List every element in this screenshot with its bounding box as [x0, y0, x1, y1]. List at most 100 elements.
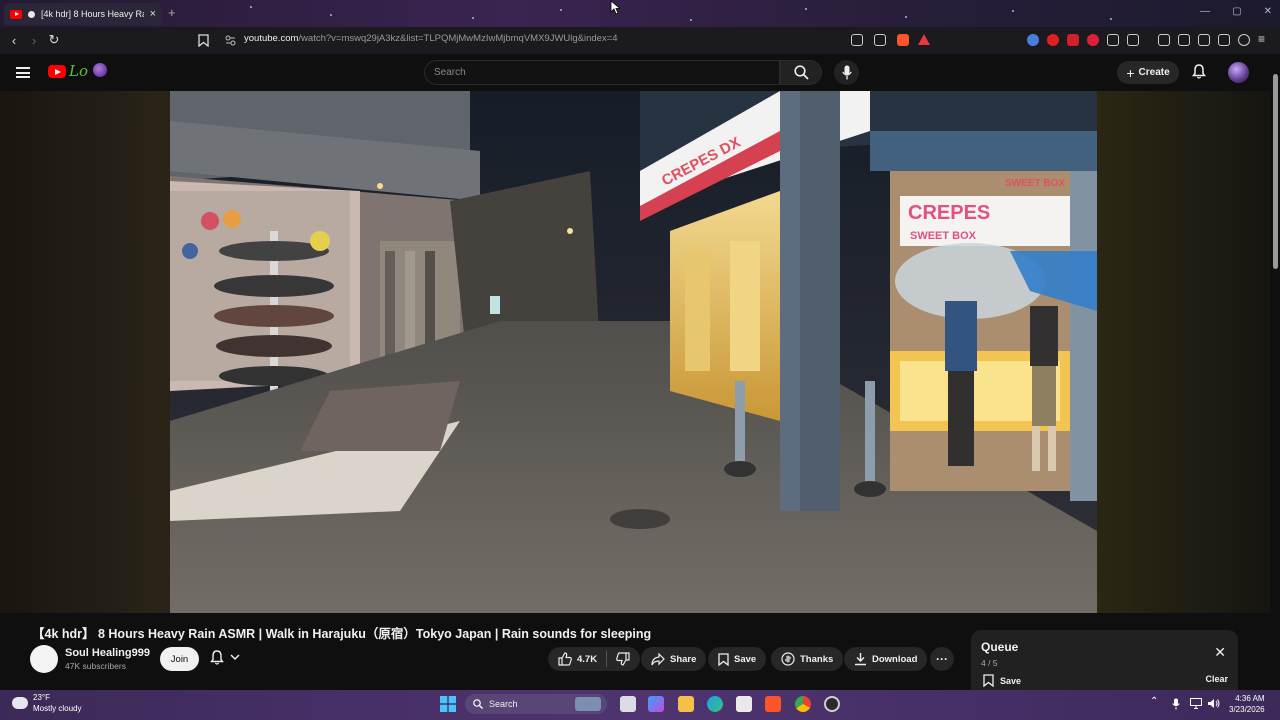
taskbar-clock[interactable]: 4:36 AM 3/23/2026 [1229, 693, 1265, 715]
maximize-icon[interactable]: ▢ [1232, 6, 1241, 17]
windows-start-icon[interactable] [440, 696, 456, 712]
scrollbar-thumb[interactable] [1273, 74, 1278, 269]
video-title: 【4k hdr】 8 Hours Heavy Rain ASMR | Walk … [32, 627, 652, 641]
video-frame: CREPES SWEET BOX CREPES DX SWEET BOX [170, 91, 1097, 613]
channel-avatar[interactable] [30, 645, 58, 673]
doodle-ball-icon [93, 63, 107, 77]
extension-4-icon[interactable] [1087, 34, 1099, 46]
search-button[interactable] [780, 60, 822, 85]
vpn-icon[interactable] [1238, 34, 1250, 46]
search-placeholder: Search [434, 67, 466, 78]
network-icon[interactable] [1190, 698, 1202, 709]
dislike-icon[interactable] [616, 652, 630, 666]
like-count[interactable]: 4.7K [577, 654, 597, 665]
subscription-notification-button[interactable] [210, 650, 240, 665]
menu-icon[interactable]: ≡ [1258, 32, 1265, 46]
background-star [330, 14, 332, 16]
notifications-bell-icon[interactable] [1192, 64, 1206, 79]
youtube-doodle-logo[interactable]: Lo [69, 62, 88, 80]
recording-dot-icon [28, 10, 35, 18]
extension-2-icon[interactable] [1047, 34, 1059, 46]
back-icon[interactable]: ‹ [4, 33, 24, 48]
cast-icon[interactable] [851, 34, 863, 46]
like-icon[interactable] [558, 652, 572, 666]
ambient-glow-left [0, 91, 170, 613]
plus-icon: + [1126, 64, 1135, 81]
subscriber-count: 47K subscribers [65, 661, 126, 671]
taskbar-search-icon [473, 699, 483, 709]
background-star [690, 19, 692, 21]
reload-icon[interactable]: ↻ [44, 32, 64, 48]
screenshot-icon[interactable] [1127, 34, 1139, 46]
obs-icon[interactable] [824, 696, 840, 712]
channel-name[interactable]: Soul Healing999 [65, 647, 150, 659]
save-button[interactable]: Save [708, 647, 767, 671]
voice-search-button[interactable] [834, 60, 859, 85]
create-button[interactable]: + Create [1117, 61, 1179, 84]
close-window-icon[interactable]: ✕ [1264, 6, 1272, 17]
chrome-icon[interactable] [795, 696, 811, 712]
minimize-icon[interactable]: — [1200, 6, 1210, 17]
youtube-logo-icon[interactable] [48, 65, 66, 78]
weather-description[interactable]: Mostly cloudy [33, 704, 81, 713]
thanks-label: Thanks [800, 653, 834, 665]
extension-1-icon[interactable] [1027, 34, 1039, 46]
background-star [560, 9, 562, 11]
brave-rewards-icon[interactable] [918, 34, 930, 45]
queue-clear-button[interactable]: Clear [1205, 674, 1228, 684]
create-label: Create [1138, 67, 1170, 78]
account-avatar[interactable] [1228, 62, 1249, 83]
edge-icon[interactable] [707, 696, 723, 712]
download-button[interactable]: Download [844, 647, 928, 671]
browser-tab-active[interactable]: [4k hdr] 8 Hours Heavy Rain × [4, 3, 162, 25]
background-star [905, 16, 907, 18]
microphone-icon [841, 65, 852, 80]
media-icon[interactable] [1158, 34, 1170, 46]
site-settings-icon[interactable] [225, 35, 236, 46]
bookmark-icon[interactable] [198, 34, 209, 47]
thanks-button[interactable]: Thanks [771, 647, 844, 671]
leo-ai-icon[interactable] [1218, 34, 1230, 46]
share-page-icon[interactable] [874, 34, 886, 46]
background-star [805, 8, 807, 10]
tab-close-button[interactable]: × [150, 8, 156, 20]
mouse-cursor-icon [610, 0, 620, 15]
video-player[interactable]: CREPES SWEET BOX CREPES DX SWEET BOX [170, 91, 1097, 613]
page-scrollbar[interactable] [1270, 54, 1280, 690]
url-field[interactable]: youtube.com/watch?v=mswq29jA3kz&list=TLP… [244, 33, 618, 44]
tray-mic-icon[interactable] [1172, 698, 1180, 710]
task-view-icon[interactable] [620, 696, 636, 712]
more-actions-button[interactable]: ··· [930, 647, 954, 671]
brave-shields-icon[interactable] [897, 34, 909, 46]
youtube-favicon-icon [10, 9, 22, 19]
url-path: /watch?v=mswq29jA3kz&list=TLPQMjMwMzIwMj… [298, 33, 618, 44]
taskbar-search-box[interactable]: Search [465, 694, 607, 714]
new-tab-button[interactable]: + [168, 5, 176, 20]
queue-save-button[interactable]: Save [983, 674, 1021, 687]
search-input[interactable]: Search [424, 60, 780, 85]
share-button[interactable]: Share [641, 647, 707, 671]
forward-icon[interactable]: › [24, 33, 44, 48]
file-explorer-icon[interactable] [678, 696, 694, 712]
search-highlight-icon [575, 697, 601, 711]
copilot-icon[interactable] [648, 696, 664, 712]
brave-icon[interactable] [765, 696, 781, 712]
search-icon [793, 65, 809, 80]
tray-overflow-icon[interactable]: ⌃ [1150, 696, 1158, 707]
save-label: Save [734, 653, 757, 665]
download-label: Download [872, 653, 918, 665]
join-button[interactable]: Join [160, 647, 199, 671]
extensions-puzzle-icon[interactable] [1107, 34, 1119, 46]
weather-cloud-icon[interactable] [12, 693, 28, 709]
like-dislike-group: 4.7K [548, 647, 641, 671]
wallet-icon[interactable] [1198, 34, 1210, 46]
store-icon[interactable] [736, 696, 752, 712]
weather-temperature[interactable]: 23°F [33, 693, 50, 702]
extension-3-icon[interactable] [1067, 34, 1079, 46]
guide-menu-icon[interactable] [16, 67, 30, 78]
queue-close-icon[interactable]: ✕ [1214, 644, 1226, 661]
sidebar-icon[interactable] [1178, 34, 1190, 46]
window-controls: — ▢ ✕ [1200, 6, 1272, 17]
url-host: youtube.com [244, 33, 299, 44]
volume-icon[interactable] [1207, 698, 1220, 709]
